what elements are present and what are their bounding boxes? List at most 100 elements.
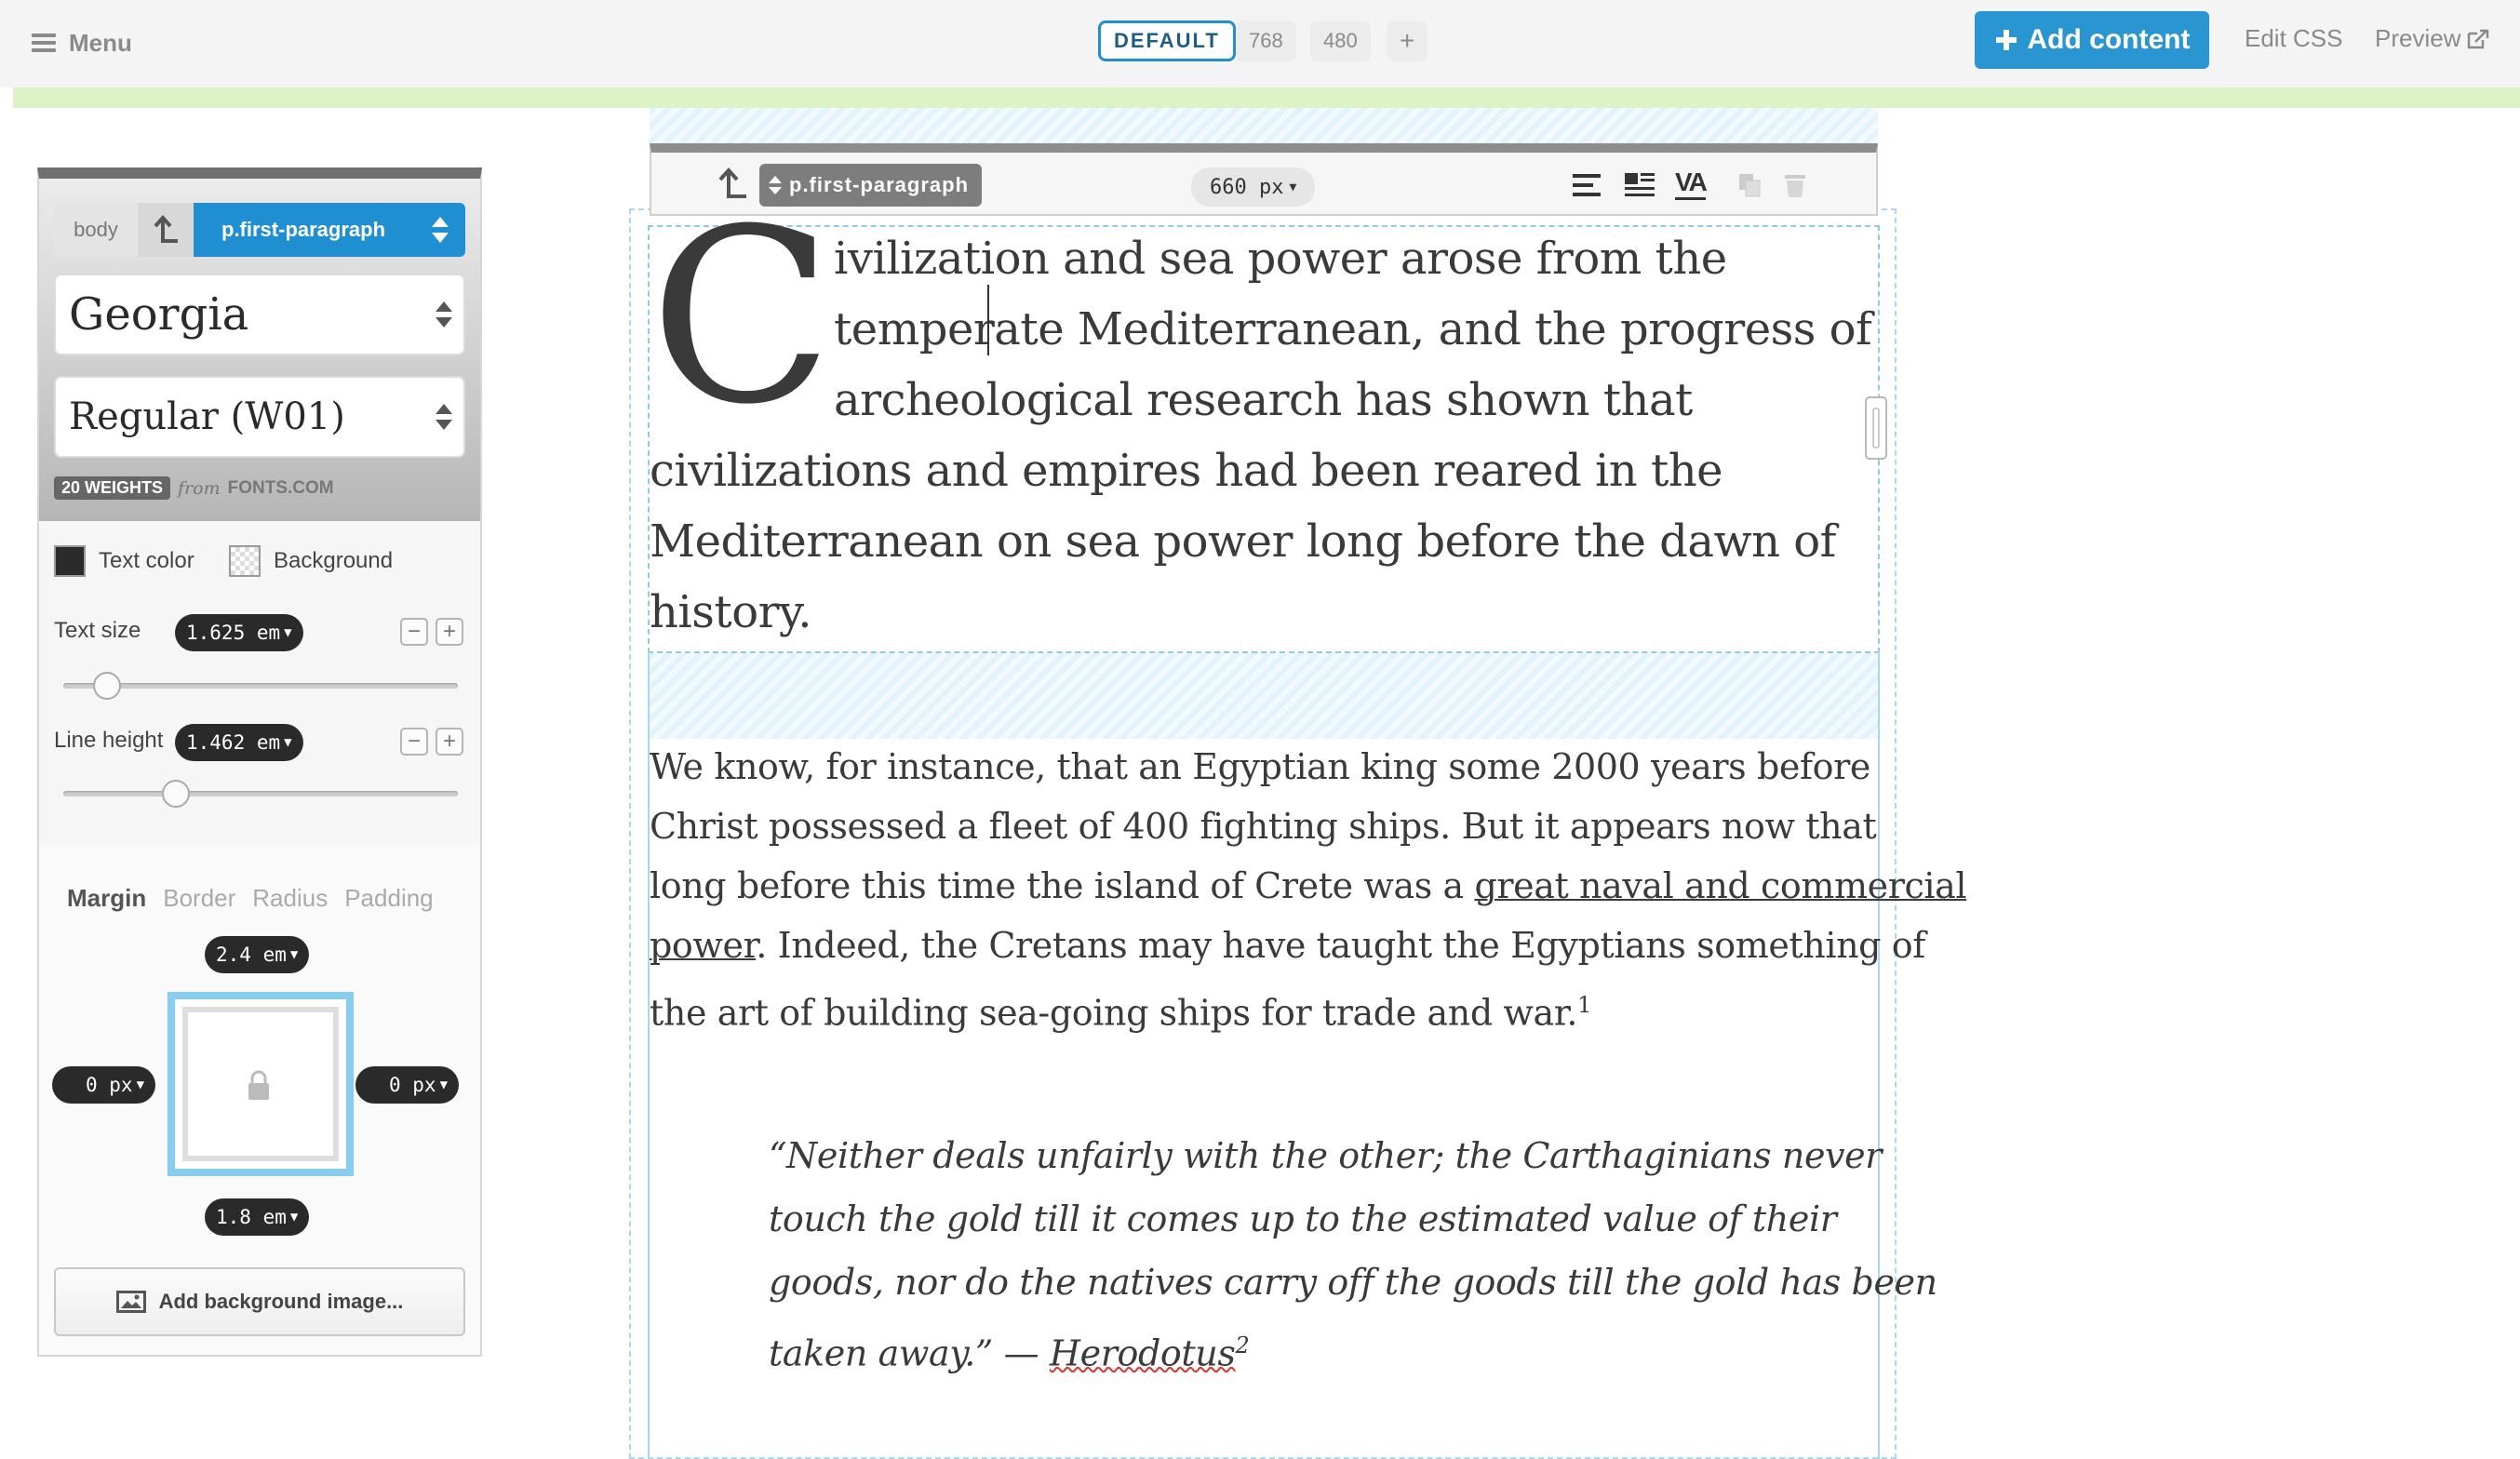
kerning-icon[interactable]: VA — [1675, 167, 1708, 200]
chevron-down-icon: ▼ — [289, 947, 299, 962]
blockquote-line[interactable]: touch the gold till it comes up to the e… — [769, 1187, 1837, 1251]
text-color-swatch[interactable] — [54, 545, 86, 577]
breakpoint-default[interactable]: DEFAULT — [1098, 20, 1236, 61]
font-weight-value: Regular (W01) — [69, 395, 345, 438]
hamburger-icon — [32, 33, 56, 52]
edit-css-link[interactable]: Edit CSS — [2245, 24, 2343, 53]
text-color-control[interactable]: Text color — [54, 545, 194, 577]
image-icon — [115, 1291, 146, 1313]
external-link-icon — [2468, 29, 2489, 48]
align-justify-icon[interactable] — [1623, 171, 1656, 199]
chevron-down-icon: ▼ — [439, 1078, 449, 1092]
margin-left-value: 0 px — [86, 1074, 133, 1096]
add-content-button[interactable]: Add content — [1975, 11, 2209, 69]
add-breakpoint-button[interactable]: + — [1387, 20, 1428, 61]
author-link[interactable]: Herodotus — [1050, 1333, 1236, 1374]
tab-margin[interactable]: Margin — [67, 884, 146, 913]
text-size-decrease-button[interactable]: − — [400, 618, 428, 646]
paragraph-line[interactable]: long before this time the island of Cret… — [650, 856, 1967, 916]
text-size-input[interactable]: 1.625 em ▼ — [175, 614, 303, 651]
tab-border[interactable]: Border — [163, 884, 235, 913]
font-weight-select[interactable]: Regular (W01) — [54, 376, 465, 458]
line-height-value: 1.462 em — [186, 731, 281, 754]
first-paragraph-line[interactable]: ivilization and sea power arose from the — [834, 223, 1727, 294]
trash-icon[interactable] — [1783, 171, 1807, 199]
inline-link[interactable]: power — [650, 925, 757, 966]
chevron-down-icon: ▼ — [284, 735, 292, 750]
updown-icon — [432, 217, 449, 243]
breadcrumb-body[interactable]: body — [54, 203, 138, 257]
blockquote-line[interactable]: “Neither deals unfairly with the other; … — [769, 1124, 1882, 1187]
first-paragraph-line[interactable]: archeological research has shown that — [834, 365, 1693, 435]
paragraph-text: . Indeed, the Cretans may have taught th… — [756, 925, 1925, 966]
duplicate-icon[interactable] — [1736, 171, 1763, 199]
footnote-marker[interactable]: 2 — [1235, 1332, 1249, 1359]
box-model-tabs: Margin Border Radius Padding — [67, 884, 434, 913]
weights-badge[interactable]: 20 WEIGHTS — [54, 476, 171, 500]
margin-right-input[interactable]: 0 px ▼ — [355, 1066, 460, 1104]
weights-source: FONTS.COM — [227, 477, 334, 498]
resize-handle[interactable] — [1865, 396, 1887, 460]
blockquote-line[interactable]: goods, nor do the natives carry off the … — [769, 1251, 1937, 1314]
text-size-slider-track[interactable] — [63, 683, 458, 689]
text-size-slider-handle[interactable] — [92, 672, 121, 700]
line-height-input[interactable]: 1.462 em ▼ — [175, 724, 303, 761]
width-input[interactable]: 660 px ▼ — [1191, 167, 1316, 207]
line-height-increase-button[interactable]: + — [436, 728, 463, 756]
breakpoint-480[interactable]: 480 — [1310, 20, 1371, 61]
updown-icon — [436, 404, 452, 430]
selected-element-dropdown[interactable]: p.first-paragraph — [194, 203, 465, 257]
first-paragraph-line[interactable]: civilizations and empires had been reare… — [650, 435, 1723, 506]
menu-label: Menu — [69, 28, 132, 57]
add-content-label: Add content — [2027, 24, 2191, 55]
paragraph-line[interactable]: the art of building sea-going ships for … — [650, 975, 1591, 1043]
paragraph-line[interactable]: power. Indeed, the Cretans may have taug… — [650, 916, 1925, 975]
align-left-icon[interactable] — [1571, 171, 1602, 199]
add-background-image-button[interactable]: Add background image... — [54, 1267, 465, 1336]
text-size-increase-button[interactable]: + — [436, 618, 463, 646]
paragraph-line[interactable]: Christ possessed a fleet of 400 fighting… — [650, 796, 1877, 856]
add-background-label: Add background image... — [158, 1290, 404, 1313]
first-paragraph-line[interactable]: history. — [650, 577, 812, 648]
paragraph-text: the art of building sea-going ships for … — [650, 992, 1578, 1034]
up-arrow-icon — [154, 215, 178, 243]
inline-link[interactable]: great naval and commercial — [1474, 865, 1966, 906]
line-height-slider-track[interactable] — [63, 791, 458, 796]
margin-left-input[interactable]: 0 px ▼ — [52, 1066, 156, 1104]
margin-right-value: 0 px — [389, 1074, 436, 1096]
text-color-label: Text color — [99, 548, 194, 573]
background-control[interactable]: Background — [229, 545, 393, 577]
preview-link[interactable]: Preview — [2375, 24, 2490, 53]
preview-label: Preview — [2375, 24, 2461, 52]
selected-element-label: p.first-paragraph — [221, 218, 386, 241]
width-value: 660 px — [1210, 175, 1284, 199]
margin-top-input[interactable]: 2.4 em ▼ — [205, 936, 310, 973]
chevron-down-icon: ▼ — [1289, 180, 1297, 194]
first-paragraph-line[interactable]: temperate Mediterranean, and the progres… — [834, 294, 1872, 365]
chevron-down-icon: ▼ — [136, 1078, 145, 1092]
plus-icon — [1995, 30, 2017, 50]
blockquote-line[interactable]: taken away.” — Herodotus2 — [769, 1314, 1250, 1385]
footnote-marker[interactable]: 1 — [1577, 992, 1591, 1018]
background-label: Background — [274, 548, 394, 573]
font-family-value: Georgia — [69, 288, 249, 341]
font-family-select[interactable]: Georgia — [54, 274, 465, 355]
line-height-decrease-button[interactable]: − — [400, 728, 428, 756]
updown-icon — [436, 301, 452, 328]
paragraph-line[interactable]: We know, for instance, that an Egyptian … — [650, 737, 1870, 796]
chevron-down-icon: ▼ — [284, 625, 292, 640]
margin-top-indicator — [650, 108, 1878, 145]
tab-padding[interactable]: Padding — [344, 884, 433, 913]
tab-radius[interactable]: Radius — [252, 884, 328, 913]
chevron-down-icon: ▼ — [289, 1210, 299, 1225]
text-size-value: 1.625 em — [186, 622, 281, 644]
parent-element-button[interactable] — [138, 203, 194, 257]
first-paragraph-line[interactable]: Mediterranean on sea power long before t… — [650, 506, 1836, 577]
status-strip — [13, 87, 2520, 108]
margin-bottom-input[interactable]: 1.8 em ▼ — [205, 1198, 310, 1236]
menu-button[interactable]: Menu — [32, 26, 132, 60]
font-source: 20 WEIGHTS from FONTS.COM — [54, 476, 334, 500]
background-swatch[interactable] — [229, 545, 261, 577]
breakpoint-768[interactable]: 768 — [1236, 20, 1296, 61]
lock-icon[interactable] — [246, 1070, 272, 1102]
